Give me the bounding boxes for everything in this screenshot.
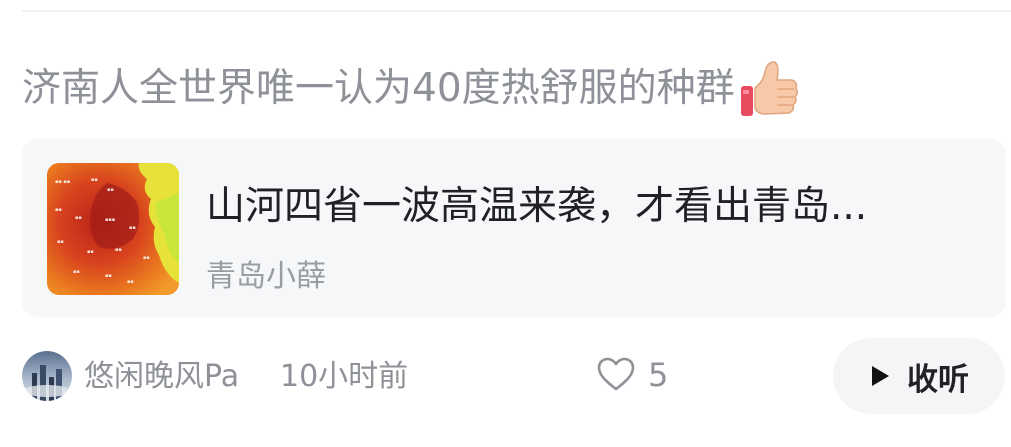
- svg-text:▪▪▪: ▪▪▪: [105, 217, 115, 223]
- svg-text:▪▪: ▪▪: [75, 215, 82, 221]
- listen-label: 收听: [907, 361, 969, 398]
- article-thumbnail: ▪▪ ▪▪ ▪▪ ▪▪ ▪▪ ▪▪ ▪▪▪ ▪▪ ▪▪ ▪▪ ▪▪ ▪▪ ▪▪ …: [47, 163, 179, 295]
- svg-text:▪▪: ▪▪: [91, 177, 98, 183]
- shared-article-card[interactable]: ▪▪ ▪▪ ▪▪ ▪▪ ▪▪ ▪▪ ▪▪▪ ▪▪ ▪▪ ▪▪ ▪▪ ▪▪ ▪▪ …: [22, 139, 1006, 317]
- article-author: 青岛小薛: [206, 259, 326, 294]
- svg-text:▪▪: ▪▪: [107, 187, 114, 193]
- listen-button[interactable]: 收听: [833, 338, 1005, 414]
- user-avatar-image: [22, 351, 72, 401]
- comment-username[interactable]: 悠闲晚风Pa: [84, 354, 239, 400]
- comment-body[interactable]: 济南人全世界唯一认为40度热舒服的种群: [22, 56, 801, 122]
- comment-text: 济南人全世界唯一认为40度热舒服的种群: [22, 66, 735, 111]
- svg-text:▪▪: ▪▪: [127, 279, 134, 285]
- play-icon: [872, 366, 889, 386]
- article-title: 山河四省一波高温来袭，才看出青岛...: [206, 184, 868, 229]
- divider: [22, 10, 1011, 12]
- heart-icon: [597, 357, 635, 391]
- svg-text:▪▪: ▪▪: [105, 273, 112, 279]
- comment-feed-item: 济南人全世界唯一认为40度热舒服的种群 ▪▪ ▪▪ ▪▪ ▪▪ ▪▪ ▪▪ ▪▪…: [0, 0, 1011, 447]
- comment-footer: 悠闲晚风Pa 10小时前 5 收听: [22, 336, 1011, 416]
- avatar[interactable]: [22, 351, 72, 401]
- svg-text:▪▪: ▪▪: [55, 207, 62, 213]
- svg-text:▪▪ ▪▪: ▪▪ ▪▪: [55, 179, 70, 185]
- svg-text:▪▪: ▪▪: [73, 269, 80, 275]
- svg-text:▪▪: ▪▪: [57, 239, 64, 245]
- thumbs-up-icon: [740, 61, 798, 116]
- svg-text:▪▪: ▪▪: [87, 249, 94, 255]
- like-button[interactable]: 5: [596, 350, 668, 400]
- svg-text:▪▪: ▪▪: [129, 225, 136, 231]
- svg-text:▪▪: ▪▪: [143, 255, 150, 261]
- svg-text:▪▪: ▪▪: [115, 247, 122, 253]
- temperature-map-image: ▪▪ ▪▪ ▪▪ ▪▪ ▪▪ ▪▪ ▪▪▪ ▪▪ ▪▪ ▪▪ ▪▪ ▪▪ ▪▪ …: [47, 163, 179, 295]
- comment-time: 10小时前: [280, 359, 409, 394]
- like-count: 5: [648, 356, 669, 394]
